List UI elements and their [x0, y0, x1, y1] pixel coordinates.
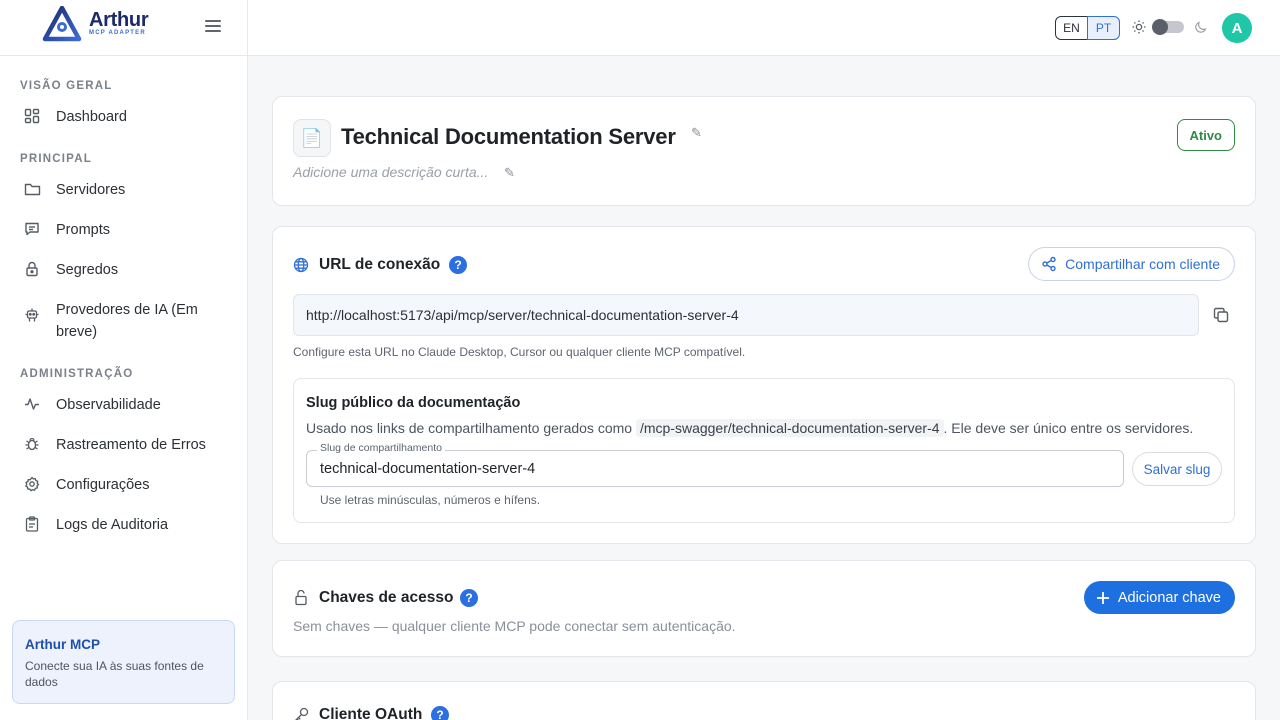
connection-url-field[interactable]: http://localhost:5173/api/mcp/server/tec… [293, 294, 1199, 336]
slug-help-text: Use letras minúsculas, números e hífens. [320, 493, 541, 507]
promo-title: Arthur MCP [25, 637, 100, 652]
lang-pt-button[interactable]: PT [1087, 16, 1120, 40]
document-icon: 📄 [293, 119, 331, 157]
slug-title: Slug público da documentação [306, 395, 521, 411]
sidebar-item-label: Rastreamento de Erros [56, 437, 206, 453]
unlock-icon [295, 589, 307, 606]
help-icon[interactable]: ? [449, 256, 467, 274]
dashboard-icon [20, 106, 44, 126]
brand-subtitle: MCP ADAPTER [89, 30, 146, 36]
help-icon[interactable]: ? [460, 589, 478, 607]
connection-hint: Configure esta URL no Claude Desktop, Cu… [293, 345, 746, 359]
oauth-client-card: Cliente OAuth ? [272, 681, 1256, 720]
slug-field-label: Slug de compartilhamento [317, 442, 445, 454]
moon-icon [1195, 21, 1207, 33]
slug-desc-prefix: Usado nos links de compartilhamento gera… [306, 420, 633, 436]
brand-name: Arthur [89, 9, 149, 31]
plus-icon [1096, 591, 1109, 604]
share-label: Compartilhar com cliente [1065, 256, 1220, 272]
sidebar-item-error-tracking[interactable]: Rastreamento de Erros [20, 434, 230, 456]
help-icon[interactable]: ? [431, 706, 449, 720]
slug-panel: Slug público da documentação Usado nos l… [293, 378, 1235, 523]
lang-en-button[interactable]: EN [1055, 16, 1088, 40]
status-badge: Ativo [1176, 119, 1235, 151]
arthur-logo-icon[interactable] [42, 6, 82, 42]
theme-toggle[interactable] [1152, 19, 1184, 35]
lock-icon [20, 259, 44, 279]
bug-icon [20, 434, 44, 454]
topbar: EN PT A [248, 0, 1280, 56]
oauth-title: Cliente OAuth [319, 706, 423, 720]
no-keys-message: Sem chaves — qualquer cliente MCP pode c… [293, 618, 736, 634]
slug-input[interactable]: technical-documentation-server-4 [306, 450, 1124, 487]
sidebar-item-prompts[interactable]: Prompts [20, 219, 230, 241]
sidebar-item-label: Dashboard [56, 109, 127, 125]
access-keys-card: Chaves de acesso ? Adicionar chave Sem c… [272, 560, 1256, 657]
sidebar-item-label: Prompts [56, 222, 110, 238]
gear-icon [20, 474, 44, 494]
sidebar-item-label: Observabilidade [56, 397, 161, 413]
add-key-button[interactable]: Adicionar chave [1083, 581, 1235, 614]
menu-toggle-icon[interactable] [205, 20, 221, 34]
slug-path: /mcp-swagger/technical-documentation-ser… [635, 419, 944, 437]
edit-title-icon[interactable]: ✎ [691, 125, 702, 141]
promo-card: Arthur MCP Conecte sua IA às suas fontes… [12, 620, 235, 704]
access-keys-title: Chaves de acesso [319, 589, 454, 606]
sidebar-item-observability[interactable]: Observabilidade [20, 394, 230, 416]
add-key-label: Adicionar chave [1117, 589, 1221, 606]
sidebar-item-servers[interactable]: Servidores [20, 179, 230, 201]
sidebar-item-ai-providers[interactable]: Provedores de IA (Em breve) [20, 299, 230, 343]
activity-icon [20, 394, 44, 414]
connection-title: URL de conexão [319, 256, 441, 273]
nav-section-main: PRINCIPAL [20, 153, 92, 165]
sidebar-item-label: Configurações [56, 477, 150, 493]
server-header-card: 📄 Technical Documentation Server ✎ Ativo… [272, 96, 1256, 206]
connection-card: URL de conexão ? Compartilhar com client… [272, 226, 1256, 544]
sidebar-item-settings[interactable]: Configurações [20, 474, 230, 496]
save-slug-button[interactable]: Salvar slug [1132, 452, 1222, 486]
share-icon [1042, 256, 1056, 272]
sun-icon [1132, 20, 1146, 34]
folder-icon [20, 179, 44, 199]
share-with-client-button[interactable]: Compartilhar com cliente [1028, 247, 1235, 281]
server-title: Technical Documentation Server [341, 124, 676, 149]
slug-description: Usado nos links de compartilhamento gera… [306, 419, 1194, 437]
sidebar-item-secrets[interactable]: Segredos [20, 259, 230, 281]
nav-section-overview: VISÃO GERAL [20, 80, 113, 92]
edit-description-icon[interactable]: ✎ [504, 165, 515, 181]
sidebar-item-label: Servidores [56, 182, 126, 198]
slug-desc-suffix: . Ele deve ser único entre os servidores… [943, 420, 1194, 436]
key-icon [295, 707, 309, 720]
sidebar-item-label: Provedores de IA (Em breve) [56, 302, 198, 340]
globe-icon [293, 257, 309, 273]
nav-section-admin: ADMINISTRAÇÃO [20, 368, 134, 380]
brand-header: Arthur MCP ADAPTER [0, 0, 247, 56]
description-placeholder[interactable]: Adicione uma descrição curta... [293, 164, 488, 180]
avatar[interactable]: A [1222, 13, 1252, 43]
sidebar: Arthur MCP ADAPTER VISÃO GERAL Dashboard… [0, 0, 248, 720]
sidebar-item-audit-logs[interactable]: Logs de Auditoria [20, 514, 230, 536]
copy-icon[interactable] [1213, 307, 1229, 323]
sidebar-item-label: Segredos [56, 262, 119, 278]
promo-text: Conecte sua IA às suas fontes de dados [25, 659, 204, 689]
robot-icon [20, 305, 44, 325]
message-icon [20, 219, 44, 239]
clipboard-icon [20, 514, 44, 534]
sidebar-item-dashboard[interactable]: Dashboard [20, 106, 230, 128]
sidebar-item-label: Logs de Auditoria [56, 517, 169, 533]
language-switcher: EN PT [1055, 16, 1120, 40]
